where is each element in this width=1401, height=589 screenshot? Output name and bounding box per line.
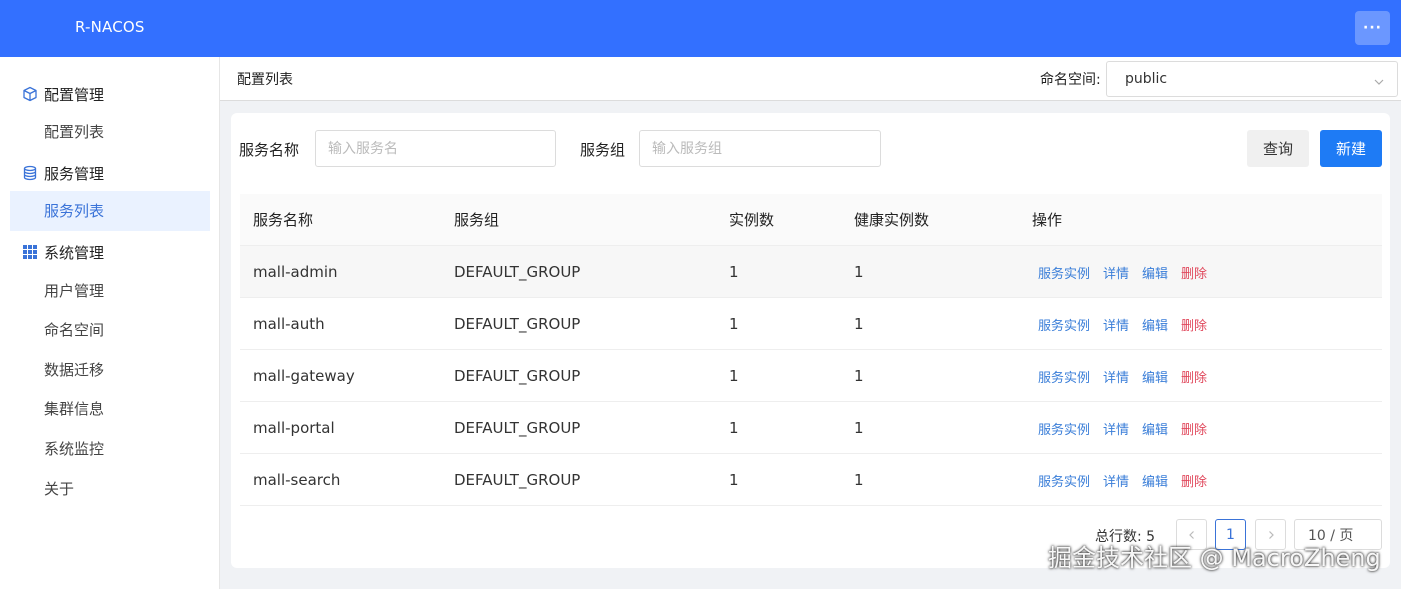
detail-link[interactable]: 详情 — [1103, 263, 1129, 282]
service-group-label: 服务组 — [580, 141, 626, 159]
service-group-cell: DEFAULT_GROUP — [454, 419, 581, 437]
namespace-value: public — [1125, 71, 1168, 87]
sidebar-group-system[interactable]: 系统管理 — [22, 240, 104, 264]
delete-link[interactable]: 删除 — [1181, 263, 1207, 282]
cube-icon — [22, 86, 38, 102]
service-name-cell: mall-auth — [253, 315, 325, 333]
instances-link[interactable]: 服务实例 — [1038, 471, 1090, 490]
row-actions: 服务实例 详情 编辑 删除 — [1038, 298, 1220, 350]
service-name-cell: mall-gateway — [253, 367, 355, 385]
instances-link[interactable]: 服务实例 — [1038, 315, 1090, 334]
service-list-card: 服务名称 服务组 查询 新建 服务名称 服务组 实例数 健康实例数 操作 mal… — [231, 113, 1390, 568]
sidebar-item-cluster-info[interactable]: 集群信息 — [44, 398, 104, 420]
service-name-cell: mall-admin — [253, 263, 338, 281]
edit-link[interactable]: 编辑 — [1142, 471, 1168, 490]
delete-link[interactable]: 删除 — [1181, 471, 1207, 490]
edit-link[interactable]: 编辑 — [1142, 419, 1168, 438]
sidebar: 配置管理 配置列表 服务管理 服务列表 系统管理 用户管理 命名空间 数据迁移 … — [0, 57, 220, 589]
top-bar: R-NACOS ··· — [0, 0, 1401, 57]
delete-link[interactable]: 删除 — [1181, 419, 1207, 438]
sidebar-group-label: 系统管理 — [44, 243, 105, 262]
breadcrumb: 配置列表 — [237, 72, 293, 88]
sidebar-item-users[interactable]: 用户管理 — [44, 280, 104, 302]
detail-link[interactable]: 详情 — [1103, 315, 1129, 334]
healthy-count-cell: 1 — [854, 367, 864, 385]
delete-link[interactable]: 删除 — [1181, 367, 1207, 386]
sidebar-item-config-list[interactable]: 配置列表 — [44, 121, 104, 143]
table-row: mall-admin DEFAULT_GROUP 1 1 服务实例 详情 编辑 … — [240, 246, 1382, 298]
instances-link[interactable]: 服务实例 — [1038, 419, 1090, 438]
healthy-count-cell: 1 — [854, 315, 864, 333]
service-name-cell: mall-search — [253, 471, 341, 489]
instance-count-cell: 1 — [729, 471, 739, 489]
chevron-down-icon — [1373, 73, 1385, 92]
service-group-field[interactable] — [639, 130, 881, 167]
row-actions: 服务实例 详情 编辑 删除 — [1038, 350, 1220, 402]
instance-count-cell: 1 — [729, 263, 739, 281]
page-header: 配置列表 命名空间: public — [220, 57, 1401, 101]
namespace-select[interactable]: public — [1106, 61, 1398, 97]
table-row: mall-portal DEFAULT_GROUP 1 1 服务实例 详情 编辑… — [240, 402, 1382, 454]
edit-link[interactable]: 编辑 — [1142, 263, 1168, 282]
service-name-cell: mall-portal — [253, 419, 335, 437]
sidebar-group-label: 配置管理 — [44, 85, 105, 104]
edit-link[interactable]: 编辑 — [1142, 367, 1168, 386]
service-name-field[interactable] — [315, 130, 556, 167]
service-group-cell: DEFAULT_GROUP — [454, 367, 581, 385]
new-button[interactable]: 新建 — [1320, 130, 1382, 167]
more-menu-button[interactable]: ··· — [1355, 11, 1390, 45]
column-header: 健康实例数 — [854, 211, 930, 229]
service-name-input[interactable] — [316, 131, 555, 166]
edit-link[interactable]: 编辑 — [1142, 315, 1168, 334]
sidebar-item-system-monitor[interactable]: 系统监控 — [44, 438, 104, 460]
healthy-count-cell: 1 — [854, 419, 864, 437]
detail-link[interactable]: 详情 — [1103, 419, 1129, 438]
database-icon — [22, 165, 38, 181]
service-name-label: 服务名称 — [239, 141, 300, 159]
watermark: 掘金技术社区 @ MacroZheng — [1048, 544, 1381, 572]
instance-count-cell: 1 — [729, 315, 739, 333]
healthy-count-cell: 1 — [854, 263, 864, 281]
column-header: 服务名称 — [253, 211, 314, 229]
instance-count-cell: 1 — [729, 367, 739, 385]
column-header: 服务组 — [454, 211, 500, 229]
service-group-input[interactable] — [640, 131, 880, 166]
app-title: R-NACOS — [75, 18, 145, 36]
more-horizontal-icon: ··· — [1363, 20, 1382, 36]
service-group-cell: DEFAULT_GROUP — [454, 471, 581, 489]
row-actions: 服务实例 详情 编辑 删除 — [1038, 246, 1220, 298]
namespace-label: 命名空间: — [1040, 72, 1101, 88]
sidebar-item-service-list[interactable]: 服务列表 — [10, 191, 210, 231]
delete-link[interactable]: 删除 — [1181, 315, 1207, 334]
instance-count-cell: 1 — [729, 419, 739, 437]
row-actions: 服务实例 详情 编辑 删除 — [1038, 454, 1220, 506]
healthy-count-cell: 1 — [854, 471, 864, 489]
row-actions: 服务实例 详情 编辑 删除 — [1038, 402, 1220, 454]
service-group-cell: DEFAULT_GROUP — [454, 263, 581, 281]
sidebar-group-label: 服务管理 — [44, 164, 105, 183]
table-row: mall-gateway DEFAULT_GROUP 1 1 服务实例 详情 编… — [240, 350, 1382, 402]
instances-link[interactable]: 服务实例 — [1038, 367, 1090, 386]
detail-link[interactable]: 详情 — [1103, 367, 1129, 386]
table-row: mall-auth DEFAULT_GROUP 1 1 服务实例 详情 编辑 删… — [240, 298, 1382, 350]
table-row: mall-search DEFAULT_GROUP 1 1 服务实例 详情 编辑… — [240, 454, 1382, 506]
sidebar-item-data-migration[interactable]: 数据迁移 — [44, 359, 104, 381]
sidebar-group-service[interactable]: 服务管理 — [22, 161, 104, 185]
sidebar-item-namespaces[interactable]: 命名空间 — [44, 319, 104, 341]
service-group-cell: DEFAULT_GROUP — [454, 315, 581, 333]
instances-link[interactable]: 服务实例 — [1038, 263, 1090, 282]
column-header: 操作 — [1032, 211, 1063, 229]
table-header: 服务名称 服务组 实例数 健康实例数 操作 — [240, 194, 1382, 246]
detail-link[interactable]: 详情 — [1103, 471, 1129, 490]
query-button[interactable]: 查询 — [1247, 130, 1309, 167]
service-table: 服务名称 服务组 实例数 健康实例数 操作 mall-admin DEFAULT… — [240, 194, 1382, 506]
grid-icon — [22, 244, 38, 260]
sidebar-group-config[interactable]: 配置管理 — [22, 82, 104, 106]
sidebar-item-about[interactable]: 关于 — [44, 478, 74, 500]
column-header: 实例数 — [729, 211, 775, 229]
